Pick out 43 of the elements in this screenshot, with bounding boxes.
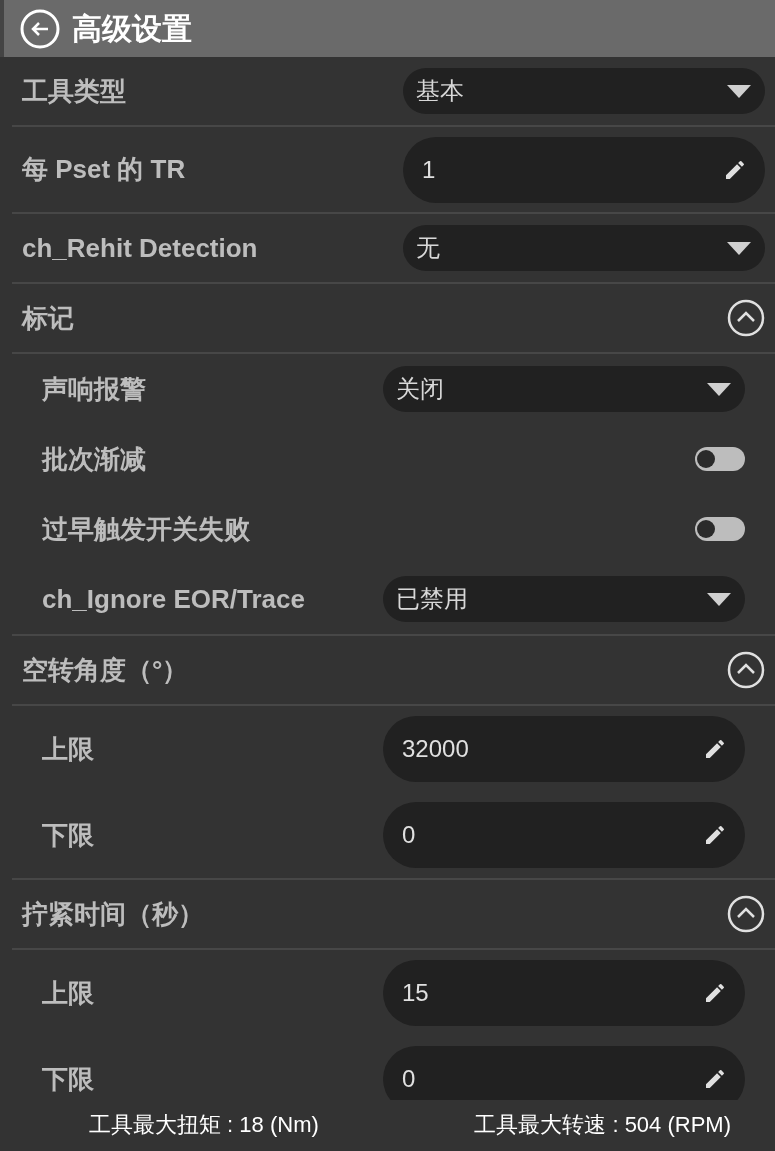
pencil-icon <box>703 737 727 761</box>
input-field[interactable]: 1 <box>403 136 765 203</box>
setting-label: 上限 <box>42 976 94 1010</box>
setting-label: 过早触发开关失败 <box>42 512 250 546</box>
page-title: 高级设置 <box>72 11 192 47</box>
chevron-icon <box>727 299 765 337</box>
input-field[interactable]: 0 <box>383 1046 745 1100</box>
input-field[interactable]: 32000 <box>383 716 745 782</box>
input-field[interactable]: 0 <box>383 802 745 868</box>
setting-label: 上限 <box>42 732 94 766</box>
pencil-icon <box>703 981 727 1005</box>
dropdown[interactable]: 关闭 <box>383 366 745 412</box>
collapse-button[interactable] <box>727 895 765 933</box>
toggle-switch[interactable] <box>695 447 745 471</box>
setting-label: 工具类型 <box>22 74 126 108</box>
setting-label: 声响报警 <box>42 372 146 406</box>
pencil-icon <box>703 823 727 847</box>
dropdown-caret-icon <box>727 241 751 255</box>
dropdown-caret-icon <box>707 592 731 606</box>
toggle-switch[interactable] <box>695 517 745 541</box>
setting-label: 下限 <box>42 818 94 852</box>
max-torque-text: 工具最大扭矩 : 18 (Nm) <box>89 1111 319 1139</box>
chevron-icon <box>727 651 765 689</box>
dropdown[interactable]: 无 <box>403 225 765 271</box>
collapse-button[interactable] <box>727 299 765 337</box>
max-speed-text: 工具最大转速 : 504 (RPM) <box>474 1111 731 1139</box>
dropdown-caret-icon <box>707 382 731 396</box>
chevron-icon <box>727 895 765 933</box>
setting-label: 空转角度（°） <box>22 653 189 687</box>
dropdown-caret-icon <box>727 84 751 98</box>
setting-label: 下限 <box>42 1062 94 1096</box>
setting-label: 批次渐减 <box>42 442 146 476</box>
collapse-button[interactable] <box>727 651 765 689</box>
setting-label: 拧紧时间（秒） <box>22 897 204 931</box>
input-field[interactable]: 15 <box>383 960 745 1026</box>
setting-label: ch_Ignore EOR/Trace <box>42 582 305 616</box>
dropdown[interactable]: 已禁用 <box>383 576 745 622</box>
setting-label: ch_Rehit Detection <box>22 231 258 265</box>
back-button[interactable] <box>20 8 60 49</box>
setting-label: 每 Pset 的 TR <box>22 153 186 186</box>
setting-label: 标记 <box>22 301 74 335</box>
dropdown[interactable]: 基本 <box>403 68 765 114</box>
pencil-icon <box>703 1067 727 1091</box>
